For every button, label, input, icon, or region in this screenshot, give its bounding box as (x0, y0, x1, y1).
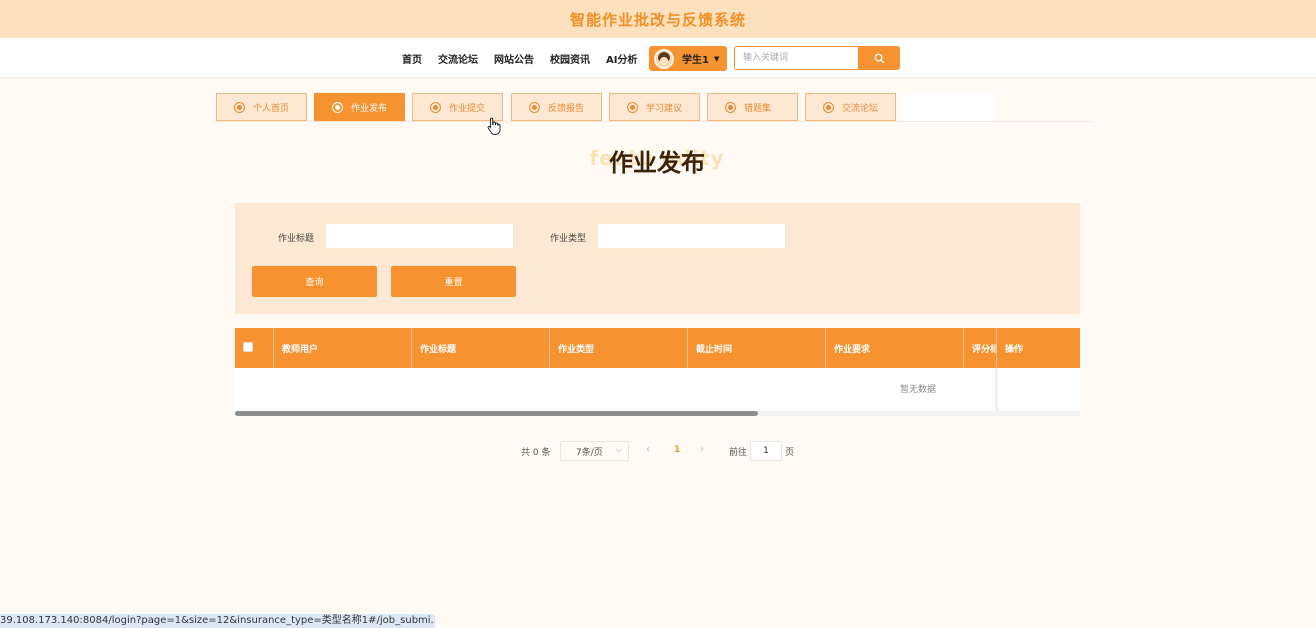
radio-dot-icon (332, 101, 343, 113)
nav-ai-analysis[interactable]: AI分析 (606, 51, 637, 66)
page-suffix: 页 (785, 448, 795, 458)
horizontal-scrollbar-thumb[interactable] (235, 411, 758, 416)
tab-label: 作业提交 (449, 103, 486, 114)
tabs-divider (216, 121, 1094, 122)
page-size-value: 7条/页 (576, 447, 603, 458)
select-all-column (235, 328, 274, 368)
status-bar-url: 39.108.173.140:8084/login?page=1&size=12… (0, 614, 435, 628)
radio-dot-icon (725, 101, 736, 113)
nav-links: 首页 交流论坛 网站公告 校园资讯 AI分析 (402, 38, 653, 78)
page-title: 作业发布 (609, 149, 705, 177)
search-button[interactable] (858, 46, 900, 70)
prev-page-icon[interactable]: ‹ (646, 444, 650, 455)
tab-wrong-questions[interactable]: 错题集 (707, 93, 798, 121)
column-header-requirements[interactable]: 作业要求 (826, 328, 964, 368)
nav-forum[interactable]: 交流论坛 (438, 51, 478, 66)
user-name: 学生1 (682, 55, 709, 66)
goto-page-input[interactable] (750, 441, 782, 461)
radio-dot-icon (430, 101, 441, 113)
empty-table-text: 暂无数据 (899, 385, 936, 395)
tab-label: 交流论坛 (842, 103, 879, 114)
title-filter-label: 作业标题 (278, 234, 315, 244)
chevron-down-icon: ⌵ (615, 445, 622, 454)
query-button[interactable]: 查询 (252, 266, 377, 297)
tab-label: 个人首页 (253, 103, 290, 114)
radio-dot-icon (529, 101, 540, 113)
nav-announcements[interactable]: 网站公告 (494, 51, 534, 66)
tab-forum[interactable]: 交流论坛 (805, 93, 896, 121)
goto-label: 前往 (729, 448, 748, 458)
nav-home[interactable]: 首页 (402, 51, 422, 66)
title-bar: 智能作业批改与反馈系统 (0, 0, 1316, 38)
tab-study-advice[interactable]: 学习建议 (609, 93, 700, 121)
caret-down-icon: ▼ (713, 54, 720, 63)
avatar (654, 48, 674, 69)
column-header-deadline[interactable]: 截止时间 (688, 328, 826, 368)
next-page-icon[interactable]: › (700, 444, 704, 455)
radio-dot-icon (234, 101, 245, 113)
navbar: 首页 交流论坛 网站公告 校园资讯 AI分析 学生1 ▼ (0, 38, 1316, 78)
search-input[interactable] (734, 46, 859, 70)
homework-table: 教师用户 作业标题 作业类型 截止时间 作业要求 评分标 操作 暂无数据 (235, 328, 1080, 416)
tab-feedback-report[interactable]: 反馈报告 (511, 93, 602, 121)
column-header-scoring[interactable]: 评分标 (964, 328, 997, 368)
total-count: 共 0 条 (521, 448, 551, 458)
hand-cursor-icon (487, 117, 501, 135)
reset-button[interactable]: 重置 (391, 266, 516, 297)
nav-campus-news[interactable]: 校园资讯 (550, 51, 590, 66)
column-header-actions: 操作 (1005, 344, 1024, 355)
column-header-type[interactable]: 作业类型 (550, 328, 688, 368)
user-menu-button[interactable]: 学生1 ▼ (649, 46, 727, 71)
tab-personal-home[interactable]: 个人首页 (216, 93, 307, 121)
tab-label: 作业发布 (351, 103, 388, 114)
page-size-select[interactable]: 7条/页 ⌵ (560, 441, 629, 461)
type-filter-input[interactable] (597, 223, 786, 249)
current-page[interactable]: 1 (674, 445, 680, 455)
column-header-teacher[interactable]: 教师用户 (274, 328, 412, 368)
page-heading: featu odity 作业发布 (440, 140, 874, 180)
type-filter-label: 作业类型 (550, 234, 587, 244)
site-title: 智能作业批改与反馈系统 (569, 10, 746, 29)
tabs-tail (902, 93, 995, 121)
filter-panel: 作业标题 作业类型 查询 重置 (235, 203, 1080, 314)
title-filter-input[interactable] (325, 223, 514, 249)
search-icon (874, 53, 884, 63)
column-header-title[interactable]: 作业标题 (412, 328, 550, 368)
tab-label: 学习建议 (646, 103, 683, 114)
table-header: 教师用户 作业标题 作业类型 截止时间 作业要求 评分标 操作 (235, 328, 1080, 368)
tab-homework-publish[interactable]: 作业发布 (314, 93, 405, 121)
select-all-checkbox[interactable] (243, 342, 253, 352)
radio-dot-icon (823, 101, 834, 113)
radio-dot-icon (627, 101, 638, 113)
tab-label: 反馈报告 (548, 103, 585, 114)
tab-label: 错题集 (744, 103, 772, 114)
